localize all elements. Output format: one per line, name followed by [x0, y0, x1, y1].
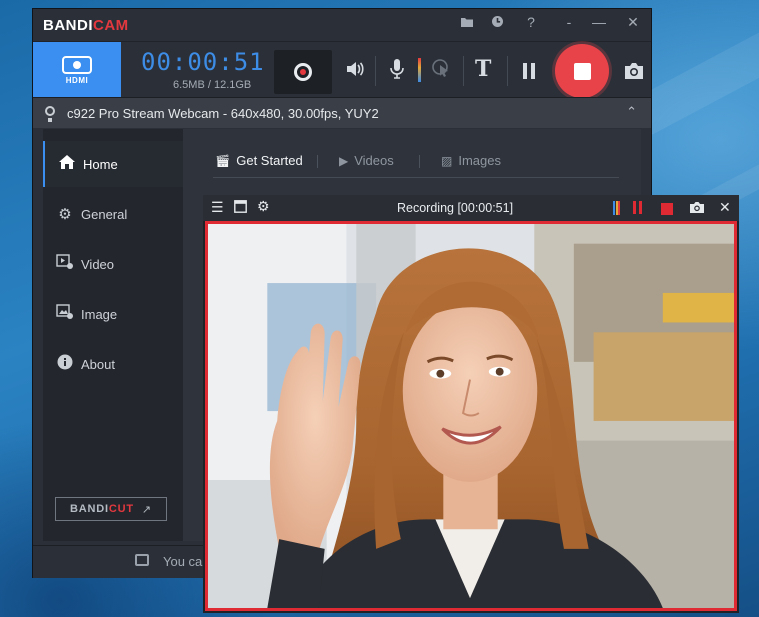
menu-icon[interactable]: ☰ — [211, 199, 224, 216]
webcam-device-icon — [45, 106, 55, 122]
mouse-click-effect-icon[interactable] — [431, 58, 451, 85]
sidebar-item-video[interactable]: Video — [43, 241, 183, 287]
image-settings-icon — [55, 304, 75, 324]
stop-recording-button[interactable] — [555, 44, 609, 98]
webcam-overlay-button[interactable] — [274, 50, 332, 94]
picture-icon: ▨ — [441, 154, 453, 168]
toolbar: HDMI 00:00:51 6.5MB / 12.1GB T — [33, 41, 651, 98]
sidebar: Home ⚙ General Video Image About BANDI CU… — [43, 129, 185, 541]
sidebar-item-label: About — [81, 356, 115, 372]
toolbar-divider — [463, 56, 464, 86]
help-icon[interactable]: ? — [521, 14, 541, 30]
pause-icon[interactable] — [633, 201, 643, 217]
toolbar-divider — [507, 56, 508, 86]
hdmi-mode-tab[interactable]: HDMI — [33, 42, 121, 98]
recording-window: ☰ ⚙ Recording [00:00:51] ✕ — [203, 195, 739, 613]
home-icon — [57, 155, 77, 173]
sidebar-item-home[interactable]: Home — [43, 141, 185, 187]
webcam-preview — [205, 221, 737, 611]
device-bar[interactable]: c922 Pro Stream Webcam - 640x480, 30.00f… — [33, 97, 651, 128]
hdmi-device-icon — [62, 55, 92, 74]
recording-title-bar[interactable]: ☰ ⚙ Recording [00:00:51] ✕ — [203, 195, 739, 221]
sidebar-item-image[interactable]: Image — [43, 291, 183, 337]
tab-divider — [419, 155, 420, 168]
gear-icon[interactable]: ⚙ — [257, 198, 270, 215]
device-label: c922 Pro Stream Webcam - 640x480, 30.00f… — [67, 106, 379, 121]
window-icon[interactable] — [234, 200, 247, 216]
recording-timer: 00:00:51 — [141, 48, 265, 76]
film-icon: ▶ — [339, 154, 349, 168]
clock-icon[interactable] — [487, 15, 507, 31]
stop-icon[interactable] — [661, 202, 673, 218]
folder-icon[interactable] — [457, 15, 477, 31]
home-tabs: 🎬︎ Get Started ▶ Videos ▨ Images — [213, 149, 619, 178]
tab-images[interactable]: ▨ Images — [441, 153, 501, 168]
pause-icon[interactable] — [521, 62, 537, 85]
external-link-icon: ↗ — [141, 503, 152, 516]
file-size: 6.5MB / 12.1GB — [173, 79, 252, 91]
sidebar-item-general[interactable]: ⚙ General — [43, 191, 183, 237]
sidebar-item-label: Image — [81, 306, 118, 322]
info-icon — [55, 354, 75, 374]
text-overlay-icon[interactable]: T — [475, 56, 491, 82]
microphone-icon[interactable] — [389, 58, 405, 85]
sidebar-item-label: General — [81, 206, 128, 222]
webcam-icon — [294, 63, 312, 81]
webcam-video-frame — [208, 224, 734, 608]
sidebar-item-label: Home — [83, 156, 118, 172]
bandicam-logo: BANDICAM — [43, 17, 129, 34]
recording-title: Recording [00:00:51] — [397, 201, 514, 215]
speaker-icon[interactable] — [345, 60, 365, 83]
tab-divider — [317, 155, 318, 168]
sidebar-item-label: Video — [81, 256, 115, 272]
maximize-icon[interactable]: — — [589, 14, 609, 30]
close-icon[interactable]: ✕ — [623, 14, 643, 31]
tab-videos[interactable]: ▶ Videos — [339, 153, 394, 168]
stop-icon — [573, 62, 591, 80]
tab-get-started[interactable]: 🎬︎ Get Started — [215, 153, 303, 168]
audio-level-meter — [613, 201, 620, 215]
message-icon — [135, 554, 149, 566]
screenshot-camera-icon[interactable] — [689, 201, 705, 217]
sidebar-item-about[interactable]: About — [43, 341, 183, 387]
close-icon[interactable]: ✕ — [719, 199, 731, 216]
toolbar-divider — [375, 56, 376, 86]
mic-level-meter — [418, 58, 421, 82]
video-settings-icon — [55, 254, 75, 274]
title-bar: BANDICAM ? - — ✕ — [33, 9, 651, 41]
minimize-icon[interactable]: - — [559, 14, 579, 30]
chevron-up-icon[interactable]: ⌃ — [626, 104, 637, 120]
bandicut-button[interactable]: BANDI CUT ↗ — [55, 497, 167, 521]
clapper-icon: 🎬︎ — [215, 154, 231, 168]
gear-icon: ⚙ — [58, 206, 72, 223]
screenshot-camera-icon[interactable] — [623, 62, 645, 85]
hdmi-label: HDMI — [65, 75, 89, 85]
